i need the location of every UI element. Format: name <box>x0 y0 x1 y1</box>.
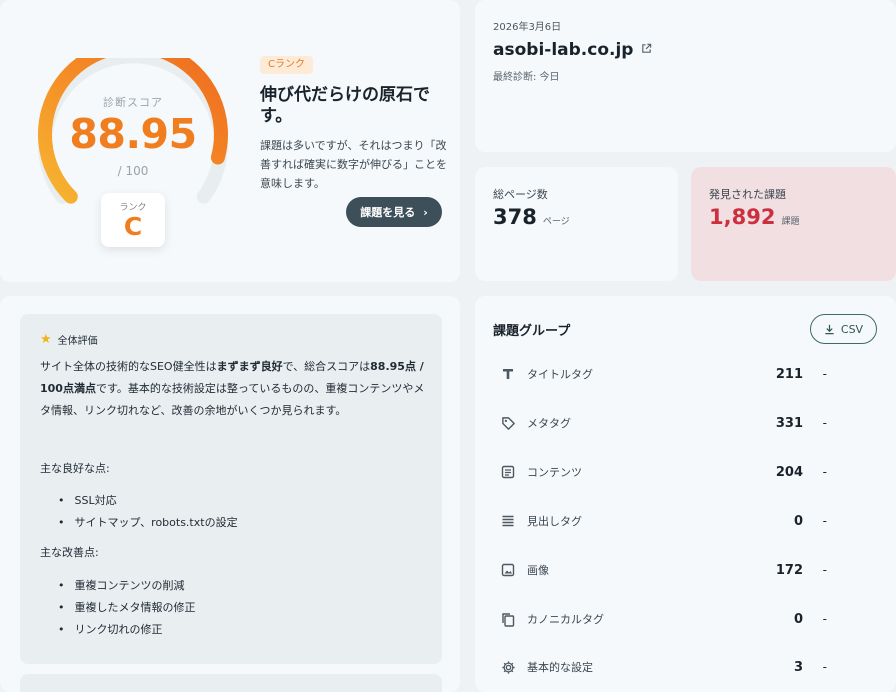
group-label: タイトルタグ <box>527 368 593 381</box>
total-pages-value: 378 ページ <box>493 205 570 229</box>
group-count: 0 <box>793 611 803 627</box>
group-label: 見出しタグ <box>527 515 582 528</box>
evaluation-title: ★ 全体評価 <box>40 332 98 347</box>
rank-box: ランク C <box>101 193 165 247</box>
eval-text-2: で、総合スコアは <box>282 360 371 373</box>
site-card: 2026年3月6日 asobi-lab.co.jp 最終診断: 今日 <box>475 0 896 152</box>
eval-text-3: です。基本的な技術設定は整っているものの、重複コンテンツやメタ情報、リンク切れな… <box>40 382 425 417</box>
external-link-icon[interactable] <box>641 43 652 57</box>
group-row-canonical[interactable]: カノニカルタグ 0 - <box>497 605 827 633</box>
image-icon <box>497 559 519 581</box>
evaluation-body: サイト全体の技術的なSEO健全性はまずまず良好で、総合スコアは88.95点 / … <box>40 356 426 422</box>
rank-letter: C <box>123 212 143 241</box>
group-label: メタタグ <box>527 417 571 430</box>
found-issues-value: 1,892 課題 <box>709 205 799 229</box>
description: 課題は多いですが、それはつまり「改善すれば確実に数字が伸びる」ことを意味します。 <box>260 139 447 190</box>
rank-badge: Cランク <box>260 56 313 74</box>
eval-bold-1: まずまず良好 <box>216 360 283 373</box>
group-label: 画像 <box>527 564 549 577</box>
group-count: 0 <box>793 513 803 529</box>
report-date: 2026年3月6日 <box>493 22 562 33</box>
eval-text-1: サイト全体の技術的なSEO健全性は <box>40 360 217 373</box>
group-label: 基本的な設定 <box>527 661 593 674</box>
issue-groups-card: 課題グループ CSV タイトルタグ 211 - メタタグ 331 - コンテンツ… <box>475 296 896 692</box>
list-item: 重複コンテンツの削減 <box>58 575 196 597</box>
improve-points-list: 重複コンテンツの削減 重複したメタ情報の修正 リンク切れの修正 <box>58 575 196 641</box>
list-item: SSL対応 <box>58 490 238 512</box>
group-row-title-tag[interactable]: タイトルタグ 211 - <box>497 360 827 388</box>
found-issues-card: 発見された課題 1,892 課題 <box>691 167 896 281</box>
group-count: 211 <box>775 366 803 382</box>
view-issues-label: 課題を見る <box>360 206 416 219</box>
view-issues-button[interactable]: 課題を見る › <box>346 197 442 227</box>
score-max: / 100 <box>117 164 149 178</box>
total-pages-card: 総ページ数 378 ページ <box>475 167 678 281</box>
group-count: 3 <box>793 659 803 675</box>
group-trend: - <box>822 416 827 430</box>
title-icon <box>497 363 519 385</box>
evaluation-panel: ★ 全体評価 サイト全体の技術的なSEO健全性はまずまず良好で、総合スコアは88… <box>20 314 442 664</box>
found-issues-unit: 課題 <box>781 217 800 227</box>
copy-icon <box>497 608 519 630</box>
good-points-list: SSL対応 サイトマップ、robots.txtの設定 <box>58 490 238 534</box>
group-label: コンテンツ <box>527 466 582 479</box>
gear-icon <box>497 656 519 678</box>
group-trend: - <box>822 465 827 479</box>
score-value: 88.95 <box>69 110 197 158</box>
csv-label: CSV <box>840 322 864 336</box>
list-item: リンク切れの修正 <box>58 619 196 641</box>
group-count: 331 <box>775 415 803 431</box>
group-row-content[interactable]: コンテンツ 204 - <box>497 458 827 486</box>
total-pages-number: 378 <box>493 205 537 229</box>
headline: 伸び代だらけの原石です。 <box>260 85 430 126</box>
group-trend: - <box>822 367 827 381</box>
found-issues-number: 1,892 <box>709 205 776 229</box>
group-label: カノニカルタグ <box>527 613 604 626</box>
tag-icon <box>497 412 519 434</box>
csv-download-button[interactable]: CSV <box>810 314 877 344</box>
star-icon: ★ <box>40 332 52 347</box>
group-trend: - <box>822 660 827 674</box>
gauge-label: 診断スコア <box>103 96 163 109</box>
next-panel <box>20 674 442 692</box>
domain-link[interactable]: asobi-lab.co.jp <box>493 40 652 60</box>
found-issues-label: 発見された課題 <box>709 188 786 201</box>
group-count: 204 <box>775 464 803 480</box>
issue-groups-title: 課題グループ <box>493 324 571 339</box>
evaluation-title-text: 全体評価 <box>57 336 98 347</box>
total-pages-label: 総ページ数 <box>493 188 548 201</box>
group-row-meta-tag[interactable]: メタタグ 331 - <box>497 409 827 437</box>
total-pages-unit: ページ <box>542 217 570 227</box>
improve-points-heading: 主な改善点: <box>40 546 99 559</box>
good-points-heading: 主な良好な点: <box>40 462 110 475</box>
group-trend: - <box>822 612 827 626</box>
download-icon <box>825 324 834 334</box>
document-icon <box>497 461 519 483</box>
group-row-images[interactable]: 画像 172 - <box>497 556 827 584</box>
chevron-right-icon: › <box>423 205 428 219</box>
group-count: 172 <box>775 562 803 578</box>
group-trend: - <box>822 514 827 528</box>
score-card: 診断スコア 88.95 / 100 ランク C Cランク 伸び代だらけの原石です… <box>0 0 460 282</box>
domain-text: asobi-lab.co.jp <box>493 40 634 60</box>
list-item: 重複したメタ情報の修正 <box>58 597 196 619</box>
last-diagnosis: 最終診断: 今日 <box>493 72 560 83</box>
group-row-basic-settings[interactable]: 基本的な設定 3 - <box>497 653 827 681</box>
evaluation-card: ★ 全体評価 サイト全体の技術的なSEO健全性はまずまず良好で、総合スコアは88… <box>0 296 460 692</box>
list-item: サイトマップ、robots.txtの設定 <box>58 512 238 534</box>
group-trend: - <box>822 563 827 577</box>
group-row-headings[interactable]: 見出しタグ 0 - <box>497 507 827 535</box>
headings-icon <box>497 510 519 532</box>
